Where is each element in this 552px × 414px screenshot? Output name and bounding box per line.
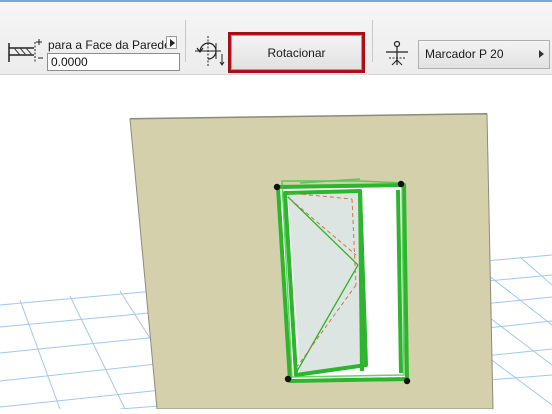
offset-input[interactable]	[47, 53, 180, 71]
rotate-button-label: Rotacionar	[231, 35, 362, 70]
anchor-label: para a Face da Parede	[48, 38, 171, 52]
marker-symbol-icon[interactable]	[383, 38, 413, 68]
arrow-right-icon[interactable]	[166, 36, 177, 49]
toolbar-divider	[185, 20, 186, 62]
chevron-right-icon	[539, 50, 544, 58]
marker-select[interactable]: Marcador P 20	[418, 40, 550, 69]
toolbar: para a Face da Parede Rotacionar Mar	[0, 2, 552, 75]
3d-viewport[interactable]	[0, 75, 552, 410]
rotation-plane-icon[interactable]	[192, 34, 226, 68]
window-selection[interactable]	[273, 178, 411, 385]
wall-face-anchor-icon[interactable]	[6, 36, 44, 66]
toolbar-divider	[372, 20, 373, 62]
rotate-button[interactable]: Rotacionar	[228, 32, 365, 73]
marker-select-value: Marcador P 20	[425, 47, 504, 61]
